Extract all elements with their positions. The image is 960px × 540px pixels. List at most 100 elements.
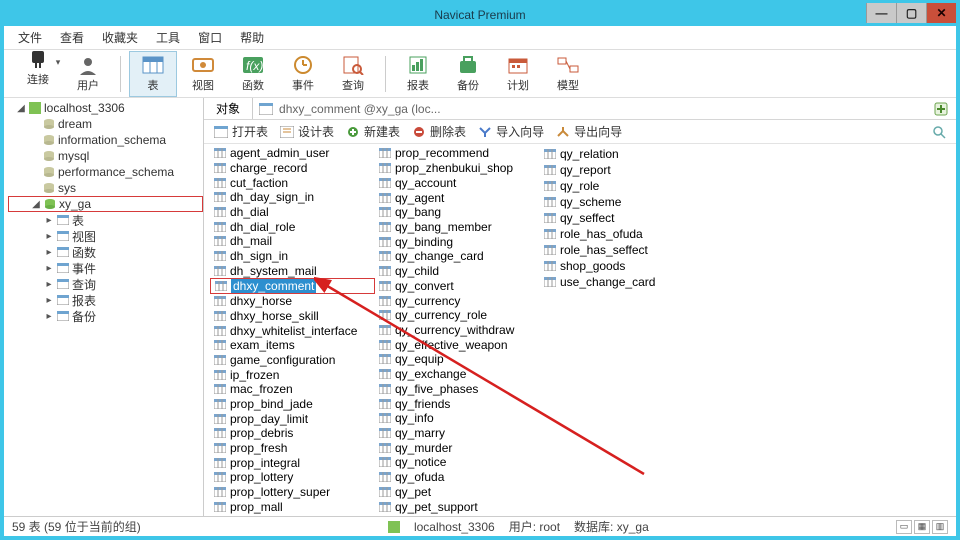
search-icon[interactable] bbox=[932, 125, 946, 139]
view-grid-button[interactable]: ▥ bbox=[932, 520, 948, 534]
table-prop_integral[interactable]: prop_integral bbox=[210, 455, 375, 470]
table-cut_faction[interactable]: cut_faction bbox=[210, 175, 375, 190]
toolbar-schedule[interactable]: 计划 bbox=[494, 51, 542, 97]
table-qy_binding[interactable]: qy_binding bbox=[375, 234, 540, 249]
toolbar-table[interactable]: 表 bbox=[129, 51, 177, 97]
action-4[interactable]: 导入向导 bbox=[478, 123, 544, 140]
table-qy_notice[interactable]: qy_notice bbox=[375, 455, 540, 470]
toolbar-event[interactable]: 事件 bbox=[279, 51, 327, 97]
tree-child-表[interactable]: ▸表 bbox=[8, 212, 203, 228]
tree-db-information_schema[interactable]: information_schema bbox=[8, 132, 203, 148]
tree-connection[interactable]: ◢localhost_3306 bbox=[8, 100, 203, 116]
action-5[interactable]: 导出向导 bbox=[556, 123, 622, 140]
table-dh_dial[interactable]: dh_dial bbox=[210, 205, 375, 220]
table-dhxy_comment[interactable]: dhxy_comment bbox=[210, 278, 375, 294]
minimize-button[interactable]: — bbox=[866, 3, 896, 23]
table-prop_lottery_super[interactable]: prop_lottery_super bbox=[210, 485, 375, 500]
table-qy_currency_withdraw[interactable]: qy_currency_withdraw bbox=[375, 323, 540, 338]
table-game_configuration[interactable]: game_configuration bbox=[210, 353, 375, 368]
tree-child-查询[interactable]: ▸查询 bbox=[8, 276, 203, 292]
view-list-button[interactable]: ▭ bbox=[896, 520, 912, 534]
table-qy_bang[interactable]: qy_bang bbox=[375, 205, 540, 220]
tree-child-视图[interactable]: ▸视图 bbox=[8, 228, 203, 244]
tree-db-dream[interactable]: dream bbox=[8, 116, 203, 132]
view-detail-button[interactable]: ▦ bbox=[914, 520, 930, 534]
toolbar-view[interactable]: 视图 bbox=[179, 51, 227, 97]
table-qy_pet[interactable]: qy_pet bbox=[375, 485, 540, 500]
table-qy_agent[interactable]: qy_agent bbox=[375, 190, 540, 205]
table-qy_child[interactable]: qy_child bbox=[375, 264, 540, 279]
tree-db-xy_ga[interactable]: ◢xy_ga bbox=[8, 196, 203, 212]
table-dhxy_horse[interactable]: dhxy_horse bbox=[210, 294, 375, 309]
table-prop_zhenbukui_shop[interactable]: prop_zhenbukui_shop bbox=[375, 161, 540, 176]
table-ip_frozen[interactable]: ip_frozen bbox=[210, 367, 375, 382]
table-charge_record[interactable]: charge_record bbox=[210, 161, 375, 176]
menu-view[interactable]: 查看 bbox=[60, 29, 84, 46]
action-1[interactable]: 设计表 bbox=[280, 123, 334, 140]
table-dh_sign_in[interactable]: dh_sign_in bbox=[210, 249, 375, 264]
table-qy_marry[interactable]: qy_marry bbox=[375, 426, 540, 441]
table-shop_goods[interactable]: shop_goods bbox=[540, 258, 705, 274]
tree-db-sys[interactable]: sys bbox=[8, 180, 203, 196]
table-mac_frozen[interactable]: mac_frozen bbox=[210, 382, 375, 397]
menu-fav[interactable]: 收藏夹 bbox=[102, 29, 138, 46]
toolbar-query[interactable]: 查询 bbox=[329, 51, 377, 97]
table-qy_info[interactable]: qy_info bbox=[375, 411, 540, 426]
table-qy_report[interactable]: qy_report bbox=[540, 162, 705, 178]
action-3[interactable]: 删除表 bbox=[412, 123, 466, 140]
new-tab-button[interactable] bbox=[934, 102, 956, 116]
table-prop_bind_jade[interactable]: prop_bind_jade bbox=[210, 397, 375, 412]
tree-child-事件[interactable]: ▸事件 bbox=[8, 260, 203, 276]
table-prop_mall[interactable]: prop_mall bbox=[210, 499, 375, 514]
table-prop_lottery[interactable]: prop_lottery bbox=[210, 470, 375, 485]
toolbar-plug[interactable]: 连接▾ bbox=[14, 51, 62, 97]
table-dh_dial_role[interactable]: dh_dial_role bbox=[210, 219, 375, 234]
menu-tools[interactable]: 工具 bbox=[156, 29, 180, 46]
table-qy_scheme[interactable]: qy_scheme bbox=[540, 194, 705, 210]
table-qy_currency[interactable]: qy_currency bbox=[375, 293, 540, 308]
table-dh_day_sign_in[interactable]: dh_day_sign_in bbox=[210, 190, 375, 205]
table-qy_role[interactable]: qy_role bbox=[540, 178, 705, 194]
table-exam_items[interactable]: exam_items bbox=[210, 338, 375, 353]
table-prop_debris[interactable]: prop_debris bbox=[210, 426, 375, 441]
toolbar-model[interactable]: 模型 bbox=[544, 51, 592, 97]
tree-child-报表[interactable]: ▸报表 bbox=[8, 292, 203, 308]
menu-window[interactable]: 窗口 bbox=[198, 29, 222, 46]
table-qy_five_phases[interactable]: qy_five_phases bbox=[375, 382, 540, 397]
table-role_has_ofuda[interactable]: role_has_ofuda bbox=[540, 226, 705, 242]
table-qy_change_card[interactable]: qy_change_card bbox=[375, 249, 540, 264]
table-dhxy_horse_skill[interactable]: dhxy_horse_skill bbox=[210, 309, 375, 324]
table-qy_convert[interactable]: qy_convert bbox=[375, 278, 540, 293]
tree-child-函数[interactable]: ▸函数 bbox=[8, 244, 203, 260]
tree-db-mysql[interactable]: mysql bbox=[8, 148, 203, 164]
table-prop_recommend[interactable]: prop_recommend bbox=[375, 146, 540, 161]
tree-child-备份[interactable]: ▸备份 bbox=[8, 308, 203, 324]
table-qy_ofuda[interactable]: qy_ofuda bbox=[375, 470, 540, 485]
table-qy_bang_member[interactable]: qy_bang_member bbox=[375, 220, 540, 235]
toolbar-report[interactable]: 报表 bbox=[394, 51, 442, 97]
tree-db-performance_schema[interactable]: performance_schema bbox=[8, 164, 203, 180]
table-qy_exchange[interactable]: qy_exchange bbox=[375, 367, 540, 382]
table-qy_currency_role[interactable]: qy_currency_role bbox=[375, 308, 540, 323]
table-prop_day_limit[interactable]: prop_day_limit bbox=[210, 411, 375, 426]
table-qy_seffect[interactable]: qy_seffect bbox=[540, 210, 705, 226]
action-0[interactable]: 打开表 bbox=[214, 123, 268, 140]
table-qy_murder[interactable]: qy_murder bbox=[375, 440, 540, 455]
table-qy_pet_support[interactable]: qy_pet_support bbox=[375, 499, 540, 514]
table-agent_admin_user[interactable]: agent_admin_user bbox=[210, 146, 375, 161]
toolbar-user[interactable]: 用户 bbox=[64, 51, 112, 97]
table-qy_friends[interactable]: qy_friends bbox=[375, 396, 540, 411]
toolbar-fx[interactable]: f(x)函数 bbox=[229, 51, 277, 97]
table-dhxy_whitelist_interface[interactable]: dhxy_whitelist_interface bbox=[210, 323, 375, 338]
action-2[interactable]: 新建表 bbox=[346, 123, 400, 140]
maximize-button[interactable]: ▢ bbox=[896, 3, 926, 23]
menu-help[interactable]: 帮助 bbox=[240, 29, 264, 46]
table-role_has_seffect[interactable]: role_has_seffect bbox=[540, 242, 705, 258]
table-prop_fresh[interactable]: prop_fresh bbox=[210, 441, 375, 456]
close-button[interactable]: ✕ bbox=[926, 3, 956, 23]
menu-file[interactable]: 文件 bbox=[18, 29, 42, 46]
table-dh_mail[interactable]: dh_mail bbox=[210, 234, 375, 249]
table-use_change_card[interactable]: use_change_card bbox=[540, 274, 705, 290]
table-qy_effective_weapon[interactable]: qy_effective_weapon bbox=[375, 337, 540, 352]
table-qy_equip[interactable]: qy_equip bbox=[375, 352, 540, 367]
